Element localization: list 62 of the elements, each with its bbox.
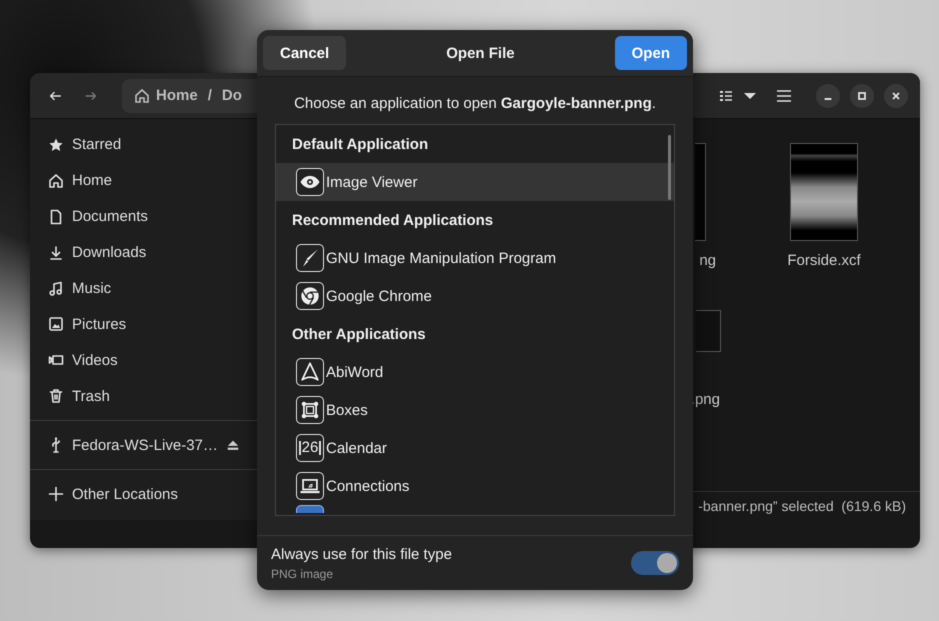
main-menu-button[interactable]: [776, 88, 792, 104]
menu-icon: [776, 88, 792, 104]
caret-icon: [744, 92, 756, 98]
eye-icon: [296, 168, 324, 196]
calendar-icon: 26: [296, 434, 324, 462]
path-separator: /: [208, 87, 212, 104]
minimize-button[interactable]: [816, 84, 840, 108]
file-type-label: PNG image: [271, 566, 334, 580]
close-button[interactable]: [884, 84, 908, 108]
sidebar-item[interactable]: Trash: [38, 378, 250, 414]
chrome-icon: [296, 282, 324, 310]
sidebar-item[interactable]: Videos: [38, 342, 250, 378]
laptop-icon: [296, 472, 324, 500]
file-name[interactable]: ng: [695, 251, 720, 270]
app-list-item[interactable]: Image Viewer: [276, 163, 674, 201]
always-use-switch[interactable]: [631, 551, 679, 575]
star-icon: [48, 136, 64, 153]
always-use-label: Always use for this file type: [271, 546, 452, 562]
section-heading: Other Applications: [291, 324, 427, 344]
document-icon: [48, 208, 64, 225]
sidebar-item[interactable]: Documents: [38, 198, 250, 235]
home-icon: [134, 88, 150, 104]
app-list-item[interactable]: Google Chrome: [276, 277, 674, 315]
eject-icon[interactable]: [226, 438, 240, 452]
sidebar-item[interactable]: Home: [38, 162, 250, 199]
dialog-title: Open File: [446, 44, 515, 62]
view-options-button[interactable]: [744, 92, 756, 98]
sidebar-item[interactable]: Starred: [38, 127, 250, 163]
brush-icon: [296, 244, 324, 272]
download-icon: [48, 244, 64, 261]
sidebar-item[interactable]: Other Locations: [38, 476, 250, 512]
breadcrumb-item[interactable]: Do: [222, 87, 242, 104]
sidebar-item[interactable]: Downloads: [38, 234, 250, 271]
app-list-item[interactable]: GNU Image Manipulation Program: [276, 239, 674, 277]
close-icon: [891, 90, 901, 100]
file-thumbnail-photo[interactable]: [695, 143, 706, 241]
sidebar-item[interactable]: Fedora-WS-Live-37…: [38, 427, 250, 464]
cancel-button[interactable]: Cancel: [263, 36, 346, 70]
file-thumbnail-photo[interactable]: [696, 310, 721, 352]
section-heading: Default Application: [291, 134, 430, 154]
plus-icon: [48, 486, 64, 502]
app-list-item[interactable]: Boxes: [276, 391, 674, 429]
file-name[interactable]: Forside.xcf: [783, 251, 865, 270]
minimize-icon: [824, 98, 832, 100]
boxes-icon: [296, 396, 324, 424]
app-icon: [296, 505, 324, 513]
file-thumbnail-photo[interactable]: [790, 143, 858, 241]
prompt-text: Choose an application to open Gargoyle-banner.png.: [293, 94, 657, 114]
maximize-icon: [857, 90, 867, 100]
app-list-item[interactable]: 26 Calendar: [276, 429, 674, 467]
music-icon: [48, 280, 64, 297]
sidebar-item[interactable]: Pictures: [38, 306, 250, 342]
section-heading: Recommended Applications: [291, 210, 494, 230]
trash-icon: [48, 388, 64, 404]
open-button[interactable]: Open: [614, 36, 687, 70]
scrollbar[interactable]: [668, 135, 671, 200]
picture-icon: [48, 316, 64, 332]
breadcrumb-home[interactable]: Home: [134, 87, 198, 104]
home-icon: [48, 172, 64, 189]
app-list-item[interactable]: AbiWord: [276, 353, 674, 391]
maximize-button[interactable]: [850, 84, 874, 108]
sidebar-item[interactable]: Music: [38, 270, 250, 307]
